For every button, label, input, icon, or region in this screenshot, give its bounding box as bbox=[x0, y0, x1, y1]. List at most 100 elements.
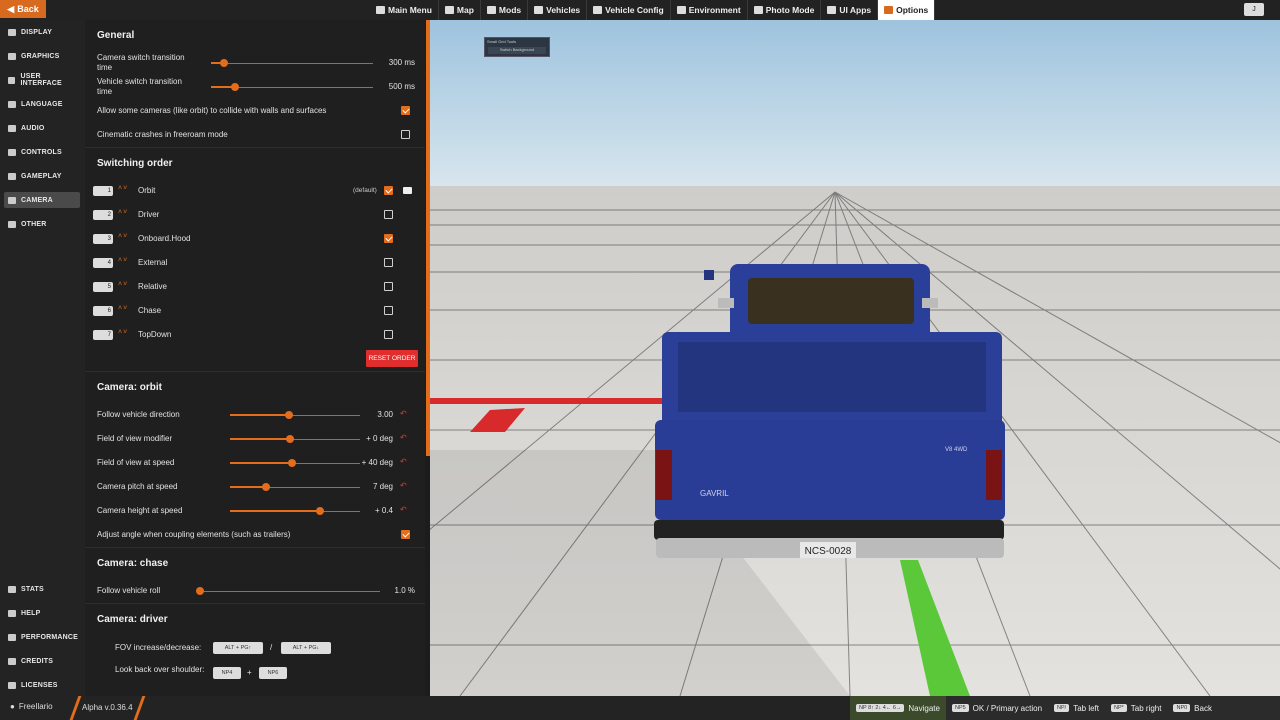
vehicle-switch-thumb[interactable] bbox=[231, 83, 240, 91]
sidebar-item-language[interactable]: LANGUAGE bbox=[4, 96, 80, 112]
sidebar-item-stats[interactable]: STATS bbox=[4, 581, 80, 597]
stats-icon bbox=[8, 585, 16, 593]
orbit-slider-thumb[interactable] bbox=[285, 435, 294, 443]
reset-order-button[interactable]: RESET ORDER bbox=[366, 350, 418, 367]
camera-mode-name: Relative bbox=[138, 282, 167, 291]
help-icon bbox=[8, 609, 16, 617]
controls-icon bbox=[8, 148, 16, 156]
vehicle-switch-value: 500 ms bbox=[388, 82, 415, 91]
sidebar-item-label: GAMEPLAY bbox=[21, 172, 62, 180]
back-button[interactable]: ◀ Back bbox=[0, 0, 46, 18]
options-sidebar: DISPLAY GRAPHICS USER INTERFACE LANGUAGE AUD… bbox=[0, 20, 85, 696]
reset-value-icon[interactable]: ↶ bbox=[400, 409, 407, 418]
nav-main-menu[interactable]: Main Menu bbox=[370, 0, 439, 20]
graphics-icon bbox=[8, 52, 16, 60]
controller-hints: NP 8↑ 2↓ 4← 6→ Navigate NP5 OK / Primary ac… bbox=[850, 696, 1280, 720]
fov-keys-label: FOV increase/decrease: bbox=[115, 643, 202, 652]
follow-roll-thumb[interactable] bbox=[196, 587, 204, 595]
hint-tab-left: NP/Tab left bbox=[1048, 696, 1105, 720]
nav-environment[interactable]: Environment bbox=[671, 0, 748, 20]
nav-map[interactable]: Map bbox=[439, 0, 481, 20]
reset-value-icon[interactable]: ↶ bbox=[400, 481, 407, 490]
look-back-label: Look back over shoulder: bbox=[115, 665, 205, 674]
camera-mode-checkbox[interactable] bbox=[384, 258, 393, 267]
order-number-badge: 2 bbox=[93, 210, 113, 220]
general-title: General bbox=[97, 30, 135, 41]
orbit-slider-thumb[interactable] bbox=[262, 483, 271, 491]
follow-roll-slider[interactable] bbox=[200, 591, 380, 592]
collide-checkbox[interactable] bbox=[401, 106, 410, 115]
camera-settings-panel[interactable]: General Camera switch transition time 30… bbox=[85, 20, 425, 696]
hint-key: NP0 bbox=[1173, 704, 1191, 712]
game-viewport[interactable]: NCS-0028 GAVRIL V8 4WD bbox=[430, 20, 1280, 696]
sidebar-item-display[interactable]: DISPLAY bbox=[4, 24, 80, 40]
audio-icon bbox=[8, 124, 16, 132]
nav-ui-apps[interactable]: UI Apps bbox=[821, 0, 879, 20]
user-info: ● FreeIlario bbox=[10, 702, 53, 711]
bottom-bar: ● FreeIlario Alpha v.0.36.4 NP 8↑ 2↓ 4← … bbox=[0, 696, 1280, 720]
sidebar-item-audio[interactable]: AUDIO bbox=[4, 120, 80, 136]
orbit-slider-fill bbox=[230, 486, 267, 488]
reorder-arrows-icon[interactable]: ˄˅ bbox=[118, 329, 128, 336]
cinematic-checkbox[interactable] bbox=[401, 130, 410, 139]
nav-options[interactable]: Options bbox=[878, 0, 936, 20]
bar-separator bbox=[69, 696, 82, 720]
camera-mode-checkbox[interactable] bbox=[384, 330, 393, 339]
sidebar-item-label: CAMERA bbox=[21, 196, 53, 204]
sidebar-item-gameplay[interactable]: GAMEPLAY bbox=[4, 168, 80, 184]
nav-vehicles[interactable]: Vehicles bbox=[528, 0, 588, 20]
reorder-arrows-icon[interactable]: ˄˅ bbox=[118, 281, 128, 288]
orbit-slider-thumb[interactable] bbox=[288, 459, 297, 467]
reorder-arrows-icon[interactable]: ˄˅ bbox=[118, 305, 128, 312]
sidebar-item-controls[interactable]: CONTROLS bbox=[4, 144, 80, 160]
camera-mode-checkbox[interactable] bbox=[384, 210, 393, 219]
nav-photo-mode[interactable]: Photo Mode bbox=[748, 0, 822, 20]
follow-roll-value: 1.0 % bbox=[394, 586, 415, 595]
sidebar-item-label: STATS bbox=[21, 585, 44, 593]
adjust-angle-checkbox[interactable] bbox=[401, 530, 410, 539]
switch-background-button[interactable]: Switch Background bbox=[488, 47, 546, 54]
camera-icon bbox=[8, 196, 16, 204]
camera-mode-name: Onboard.Hood bbox=[138, 234, 191, 243]
reorder-arrows-icon[interactable]: ˄˅ bbox=[118, 209, 128, 216]
grid-tools-popup[interactable]: Small Grid Tools Switch Background bbox=[484, 37, 550, 57]
camera-mode-checkbox[interactable] bbox=[384, 234, 393, 243]
reset-value-icon[interactable]: ↶ bbox=[400, 433, 407, 442]
sidebar-item-user-interface[interactable]: USER INTERFACE bbox=[4, 72, 80, 88]
sidebar-item-label: AUDIO bbox=[21, 124, 45, 132]
reorder-arrows-icon[interactable]: ˄˅ bbox=[118, 233, 128, 240]
camera-mode-checkbox[interactable] bbox=[384, 186, 393, 195]
sidebar-item-credits[interactable]: CREDITS bbox=[4, 653, 80, 669]
divider bbox=[85, 547, 425, 548]
sidebar-item-other[interactable]: OTHER bbox=[4, 216, 80, 232]
collide-label: Allow some cameras (like orbit) to colli… bbox=[97, 106, 327, 115]
sidebar-item-performance[interactable]: PERFORMANCE bbox=[4, 629, 80, 645]
sidebar-item-label: LICENSES bbox=[21, 681, 58, 689]
hint-label: Tab right bbox=[1130, 703, 1162, 713]
reorder-arrows-icon[interactable]: ˄˅ bbox=[118, 185, 128, 192]
reset-value-icon[interactable]: ↶ bbox=[400, 457, 407, 466]
sidebar-item-licenses[interactable]: LICENSES bbox=[4, 677, 80, 693]
sidebar-item-camera[interactable]: CAMERA bbox=[4, 192, 80, 208]
camera-mode-checkbox[interactable] bbox=[384, 306, 393, 315]
camera-switch-label: Camera switch transition time bbox=[97, 53, 185, 72]
reorder-arrows-icon[interactable]: ˄˅ bbox=[118, 257, 128, 264]
orbit-slider-value: 7 deg bbox=[372, 482, 393, 491]
camera-mode-name: Driver bbox=[138, 210, 160, 219]
sky bbox=[430, 20, 1280, 188]
sidebar-item-help[interactable]: HELP bbox=[4, 605, 80, 621]
nav-mods[interactable]: Mods bbox=[481, 0, 529, 20]
sidebar-item-graphics[interactable]: GRAPHICS bbox=[4, 48, 80, 64]
camera-switch-thumb[interactable] bbox=[219, 59, 228, 67]
orbit-slider-thumb[interactable] bbox=[315, 507, 324, 515]
orbit-slider-thumb[interactable] bbox=[284, 411, 293, 419]
nav-vehicle-config[interactable]: Vehicle Config bbox=[587, 0, 671, 20]
camera-mode-checkbox[interactable] bbox=[384, 282, 393, 291]
camera-switch-slider[interactable] bbox=[211, 63, 373, 64]
order-number-badge: 6 bbox=[93, 306, 113, 316]
reset-value-icon[interactable]: ↶ bbox=[400, 505, 407, 514]
toggle-key-badge[interactable]: J bbox=[1244, 3, 1264, 16]
orbit-slider-label: Camera height at speed bbox=[97, 506, 183, 515]
orbit-slider-value: + 0.4 bbox=[374, 506, 393, 515]
vehicle-switch-label: Vehicle switch transition time bbox=[97, 77, 182, 96]
